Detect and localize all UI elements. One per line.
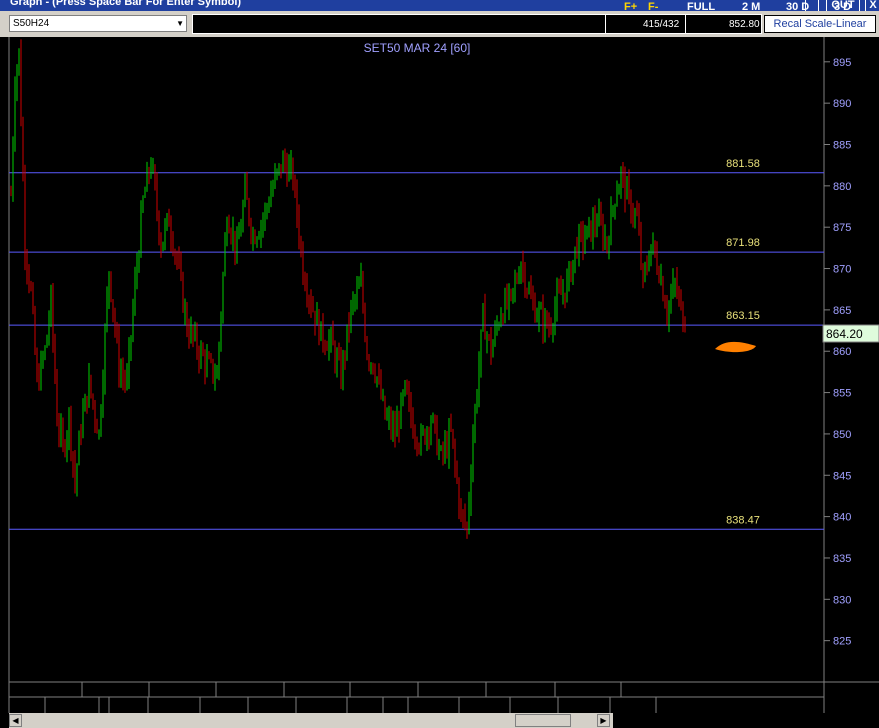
hline-label: 863.15 — [726, 310, 760, 322]
window-title: Graph - (Press Space Bar For Enter Symbo… — [10, 0, 242, 8]
3d-button[interactable]: 3 D — [834, 1, 851, 14]
quote-info-box: 415/432 852.80 — [192, 14, 762, 34]
toolbar: S50H24 ▼ 415/432 852.80 Recal Scale-Line… — [0, 11, 879, 37]
price-chart[interactable]: 881.58 871.98 863.15 838.47 895 890 885 880 875… — [0, 37, 879, 713]
date-label: 6 — [411, 700, 417, 712]
date-label: 16 — [251, 700, 263, 712]
y-tick-label: 825 — [833, 636, 851, 648]
date-label: Dec — [386, 700, 406, 712]
time-label: 14:00 — [84, 684, 112, 696]
hline-label: 838.47 — [726, 514, 760, 526]
date-label: 2 — [613, 700, 619, 712]
y-tick-label: 895 — [833, 57, 851, 69]
hline-label: 871.98 — [726, 237, 760, 249]
time-label: 16:00 — [286, 684, 314, 696]
scroll-right-icon[interactable]: ▶ — [597, 714, 610, 727]
scroll-left-icon[interactable]: ◀ — [9, 714, 22, 727]
y-axis: 895 890 885 880 875 870 865 860 855 850 845 840 835 8… — [824, 57, 851, 648]
bar-count: 415/432 — [643, 19, 680, 30]
recal-scale-button[interactable]: Recal Scale-Linear — [764, 15, 876, 33]
y-tick-label: 840 — [833, 512, 851, 524]
y-tick-label: 830 — [833, 594, 851, 606]
symbol-dropdown[interactable]: S50H24 ▼ — [9, 15, 187, 32]
2m-button[interactable]: 2 M — [742, 1, 760, 14]
font-increase-button[interactable]: F+ — [624, 1, 637, 14]
time-label: 14:00 — [557, 684, 585, 696]
date-label: 19 — [513, 700, 525, 712]
y-tick-label: 890 — [833, 98, 851, 110]
hline-label: 881.58 — [726, 158, 760, 170]
date-label: 10 — [204, 700, 216, 712]
scroll-thumb[interactable] — [515, 714, 571, 727]
font-decrease-button[interactable]: F- — [648, 1, 658, 14]
30d-button[interactable]: 30 D — [786, 1, 809, 14]
y-tick-label: 865 — [833, 305, 851, 317]
symbol-value: S50H24 — [13, 18, 50, 29]
y-tick-label: 850 — [833, 429, 851, 441]
date-label: 25 — [561, 700, 573, 712]
price-tag-text: 864.20 — [826, 327, 863, 341]
y-tick-label: 880 — [833, 181, 851, 193]
y-tick-label: 870 — [833, 264, 851, 276]
horizontal-scrollbar[interactable]: ◀ ▶ — [9, 713, 613, 728]
full-button[interactable]: FULL — [687, 1, 715, 14]
last-value: 852.80 — [729, 19, 760, 30]
chevron-down-icon[interactable]: ▼ — [176, 19, 184, 28]
time-label: 9:00 — [623, 684, 644, 696]
time-label: 9:00 — [151, 684, 172, 696]
date-label: 25 — [51, 700, 63, 712]
time-label: 15:00 — [420, 684, 448, 696]
y-tick-label: 885 — [833, 140, 851, 152]
time-label: 12:00 — [218, 684, 246, 696]
y-tick-label: 855 — [833, 388, 851, 400]
price-tag: 864.20 — [822, 324, 879, 343]
date-label: 22 — [301, 700, 313, 712]
y-tick-label: 875 — [833, 222, 851, 234]
date-label: 28 — [350, 700, 362, 712]
close-button[interactable]: X — [865, 0, 879, 11]
y-tick-label: 860 — [833, 346, 851, 358]
date-label: Nov — [110, 700, 130, 712]
time-label: 11:00 — [352, 684, 379, 696]
chart-title: SET50 MAR 24 [60] — [364, 41, 471, 55]
date-label: 8 — [660, 700, 666, 712]
y-tick-label: 835 — [833, 553, 851, 565]
y-tick-label: 845 — [833, 470, 851, 482]
date-label: 6 — [151, 700, 157, 712]
date-label: 13 — [462, 700, 474, 712]
date-label: 3 — [100, 700, 106, 712]
time-label: 10:00 — [488, 684, 516, 696]
